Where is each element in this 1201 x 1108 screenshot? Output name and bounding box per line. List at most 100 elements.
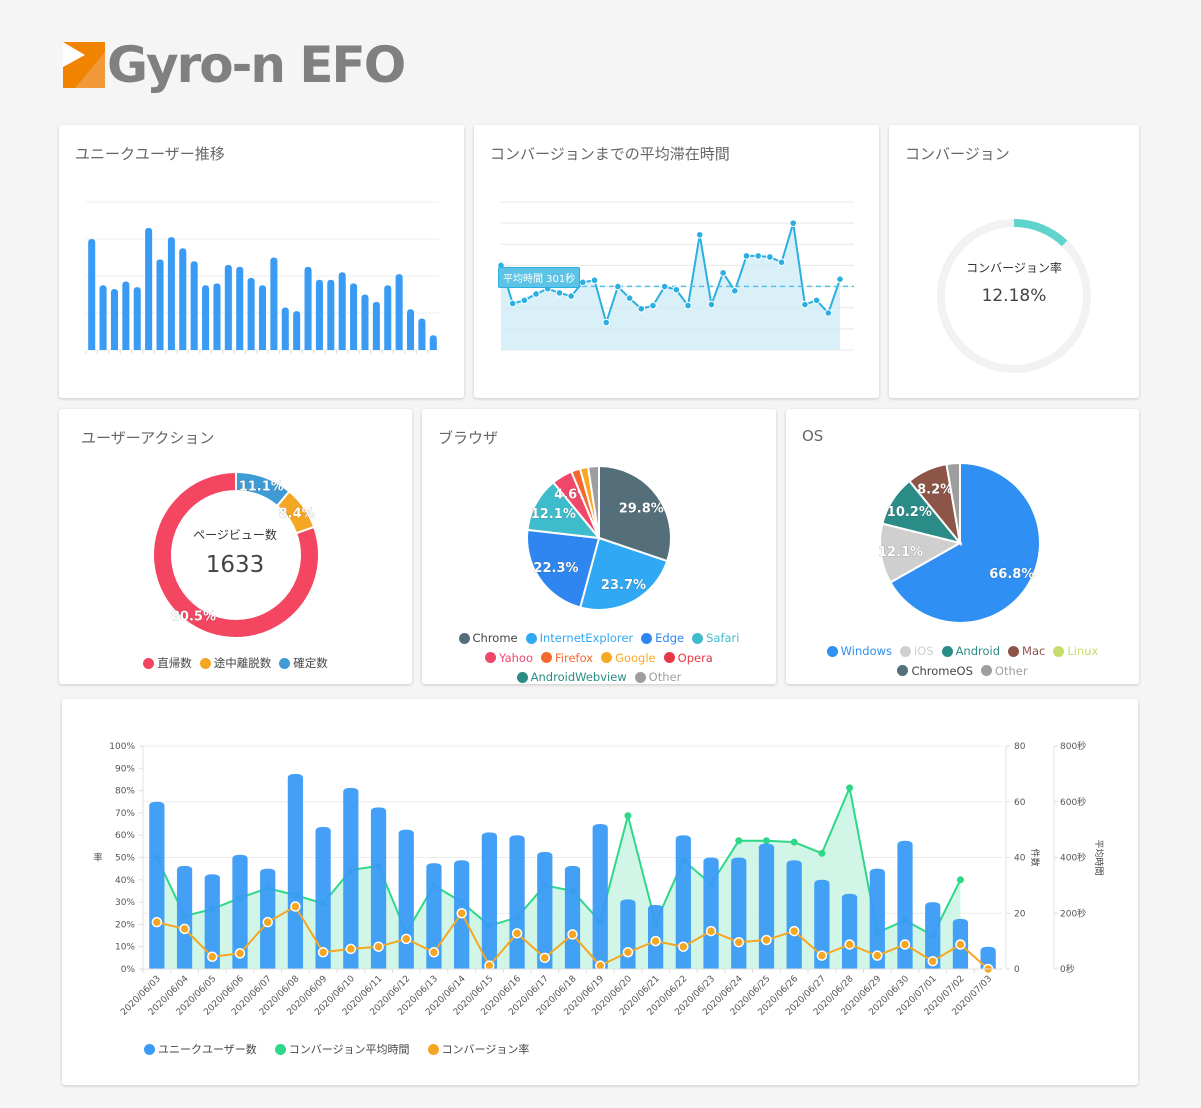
legend-item[interactable]: Linux — [1053, 642, 1098, 660]
rate-data-point — [290, 901, 301, 912]
bar — [167, 237, 175, 350]
legend-row: AndroidWebview Other — [422, 668, 776, 688]
browser-card: ブラウザ 29.8% 23.7% 22.3% 12.1% 4.6% Chrome Inte… — [422, 409, 776, 684]
data-point — [614, 282, 622, 291]
legend-row: 直帰数 途中離脱数 確定数 — [59, 654, 412, 674]
rate-data-point — [844, 939, 855, 950]
user-action-donut: 11.1% 8.4% 80.5% — [152, 470, 320, 639]
y-tick-label: 60 — [1014, 798, 1026, 808]
legend-row: ChromeOS Other — [786, 662, 1139, 682]
legend-item[interactable]: Windows — [826, 642, 893, 660]
legend-item[interactable]: iOS — [900, 642, 934, 660]
legend-marker-icon — [941, 645, 953, 657]
legend-marker-icon — [427, 1043, 439, 1055]
slice-label: 80.5% — [171, 610, 216, 625]
rate-data-point — [955, 939, 966, 950]
rate-data-point — [151, 916, 163, 928]
legend-label: 直帰数 — [157, 656, 192, 670]
legend-marker-icon — [641, 632, 653, 644]
gauge-progress — [1013, 219, 1068, 247]
legend-label: Android — [955, 644, 1001, 658]
data-point — [579, 278, 587, 287]
legend-label: Mac — [1022, 644, 1046, 658]
bar — [88, 239, 96, 350]
legend-item[interactable]: 確定数 — [279, 654, 328, 672]
legend-item[interactable]: AndroidWebview — [516, 668, 627, 686]
rate-data-point — [207, 951, 218, 962]
legend-item[interactable]: Other — [634, 668, 681, 686]
time-data-point — [624, 812, 632, 820]
rate-data-point — [899, 939, 911, 950]
legend-label: Google — [615, 650, 656, 665]
data-point — [672, 285, 681, 294]
legend-item[interactable]: Android — [941, 642, 1001, 660]
bar — [133, 287, 141, 350]
slice-label: 10.2% — [887, 505, 932, 520]
legend-label: ユニークユーザー数 — [158, 1043, 257, 1056]
user-count-bar — [841, 893, 858, 969]
legend-item[interactable]: 直帰数 — [143, 654, 192, 672]
y-axis-title-right2: 平均時間 — [1093, 839, 1105, 875]
data-point — [660, 282, 669, 291]
legend-item[interactable]: Mac — [1008, 642, 1045, 660]
legend-item[interactable]: Chrome — [458, 629, 518, 647]
legend-item[interactable]: 途中離脱数 — [199, 654, 271, 672]
os-card: OS 66.8% 12.1% 10.2% 8.2% Windows iOS Android… — [786, 409, 1139, 684]
legend-label: iOS — [914, 644, 934, 658]
y-tick-label: 0% — [121, 965, 136, 975]
legend-row: Yahoo Firefox Google Opera — [422, 649, 776, 669]
legend-marker-icon — [601, 652, 613, 663]
legend-item[interactable]: コンバージョン平均時間 — [274, 1041, 410, 1057]
legend-item[interactable]: ChromeOS — [897, 662, 973, 680]
y-tick-label: 800秒 — [1060, 740, 1086, 752]
legend-item[interactable]: Edge — [641, 629, 684, 647]
legend-marker-icon — [634, 671, 646, 683]
legend-marker-icon — [279, 657, 291, 669]
legend-item[interactable]: Firefox — [541, 649, 593, 667]
slice-label: 8.4% — [279, 507, 315, 522]
legend-item[interactable]: Yahoo — [485, 649, 533, 667]
data-point — [567, 292, 575, 300]
bar — [327, 279, 335, 350]
conversion-card: コンバージョン コンバージョン率 12.18% — [889, 125, 1139, 398]
rate-data-point — [733, 936, 745, 948]
pageview-label: ページビュー数 — [193, 528, 277, 542]
legend-item[interactable]: InternetExplorer — [525, 629, 633, 647]
legend-label: Yahoo — [499, 650, 534, 665]
data-point — [555, 289, 564, 297]
legend-item[interactable]: Safari — [692, 629, 739, 647]
y-tick-label: 600秒 — [1060, 796, 1086, 808]
slice-label: 12.1% — [531, 507, 576, 522]
bar — [395, 274, 403, 350]
slice-label: 66.8% — [989, 567, 1034, 582]
legend-item[interactable]: ユニークユーザー数 — [144, 1041, 257, 1057]
data-point — [836, 275, 844, 283]
os-legend: Windows iOS Android Mac Linux ChromeOS Other — [786, 642, 1139, 681]
data-point — [602, 318, 611, 327]
browser-legend: Chrome InternetExplorer Edge Safari Yahoo Fir… — [422, 629, 776, 688]
y-tick-label: 0秒 — [1060, 963, 1075, 975]
y-tick-label: 90% — [115, 764, 135, 774]
combo-chart-card: 0% 10% 20% 30% 40% 50% 60% 70% 80% 90% 100% 率 0 20 40 6… — [62, 699, 1138, 1085]
legend-item[interactable]: Google — [601, 649, 656, 667]
avg-time-annotation: 平均時間 301秒 — [498, 267, 581, 288]
bar — [190, 261, 198, 350]
rate-data-point — [400, 933, 412, 945]
legend-item[interactable]: Opera — [663, 649, 713, 667]
legend-label: Chrome — [472, 631, 518, 645]
user-action-card: ユーザーアクション 11.1% 8.4% 80.5% ページビュー数 1633 直帰… — [59, 409, 412, 684]
bar — [429, 335, 437, 350]
rate-data-point — [179, 923, 190, 935]
bar — [315, 279, 323, 350]
legend-label: Windows — [840, 644, 893, 658]
legend-label: Other — [994, 663, 1028, 678]
legend-item[interactable]: Other — [980, 662, 1028, 680]
legend-item[interactable]: コンバージョン率 — [427, 1041, 529, 1057]
avg-time-card: コンバージョンまでの平均滞在時間 平均時間 301秒 — [474, 125, 879, 398]
user-count-bar — [731, 857, 747, 969]
time-area-fill — [156, 787, 961, 969]
user-count-bar — [564, 865, 581, 969]
rate-data-point — [678, 941, 689, 952]
y-tick-label: 50% — [115, 854, 135, 864]
time-data-point — [846, 784, 854, 792]
